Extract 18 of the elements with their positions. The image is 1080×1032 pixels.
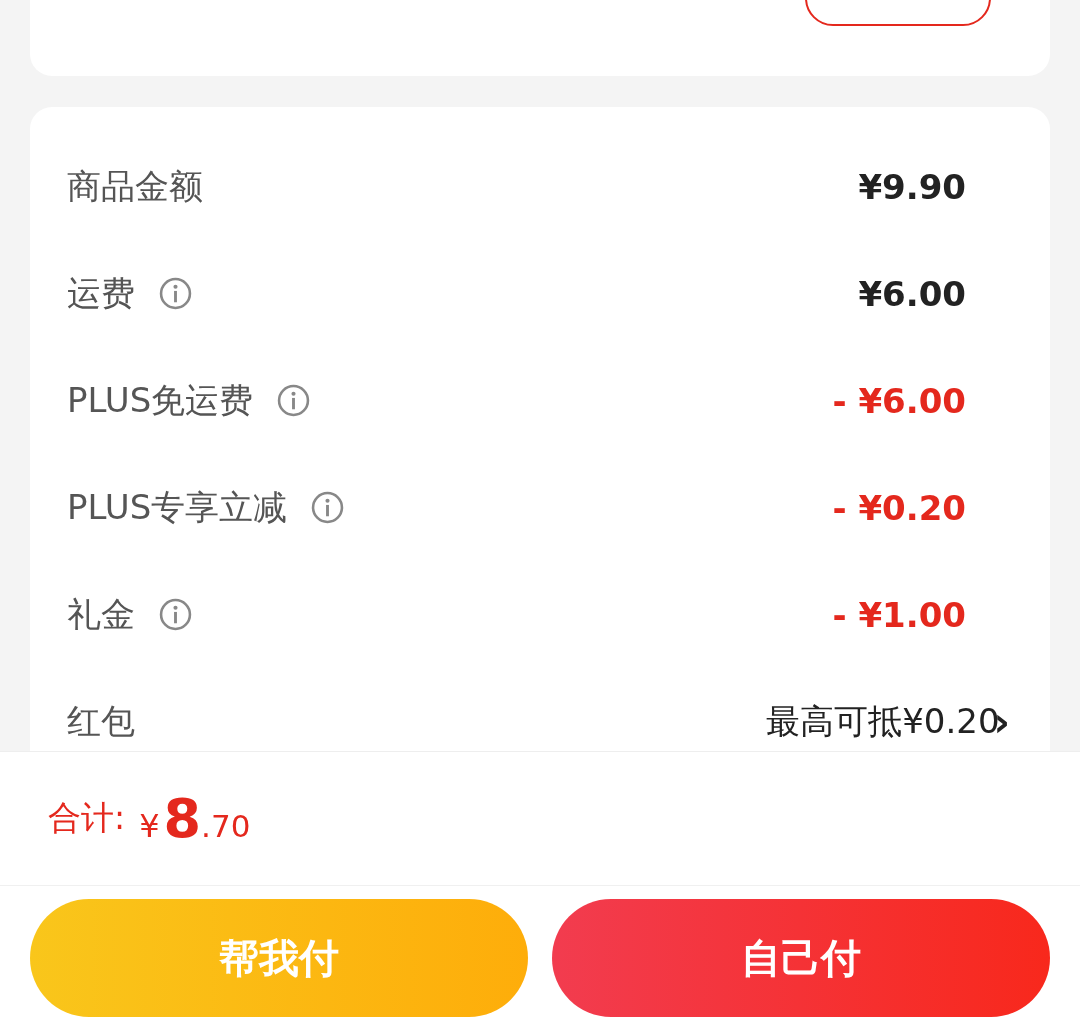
row-label: 红包 <box>67 699 135 743</box>
row-label: 运费 <box>67 271 135 315</box>
row-label: 商品金额 <box>67 164 203 208</box>
row-label: PLUS专享立减 <box>67 485 288 529</box>
pay-button[interactable]: 自己付 <box>552 899 1050 1017</box>
row-value: - ¥6.00 <box>832 380 966 421</box>
row-value: ¥9.90 <box>858 166 966 207</box>
total-label: 合计: <box>48 797 126 839</box>
row-value: - ¥1.00 <box>832 594 966 635</box>
info-icon[interactable] <box>277 384 311 417</box>
row-label: 礼金 <box>67 592 135 636</box>
row-value: ¥6.00 <box>858 273 966 314</box>
info-icon[interactable] <box>159 277 192 310</box>
row-value: - ¥0.20 <box>832 487 966 528</box>
info-icon[interactable] <box>311 491 345 524</box>
row-label: PLUS免运费 <box>67 378 254 422</box>
info-icon[interactable] <box>159 598 192 631</box>
total-amount: ¥8.70 <box>139 787 251 850</box>
